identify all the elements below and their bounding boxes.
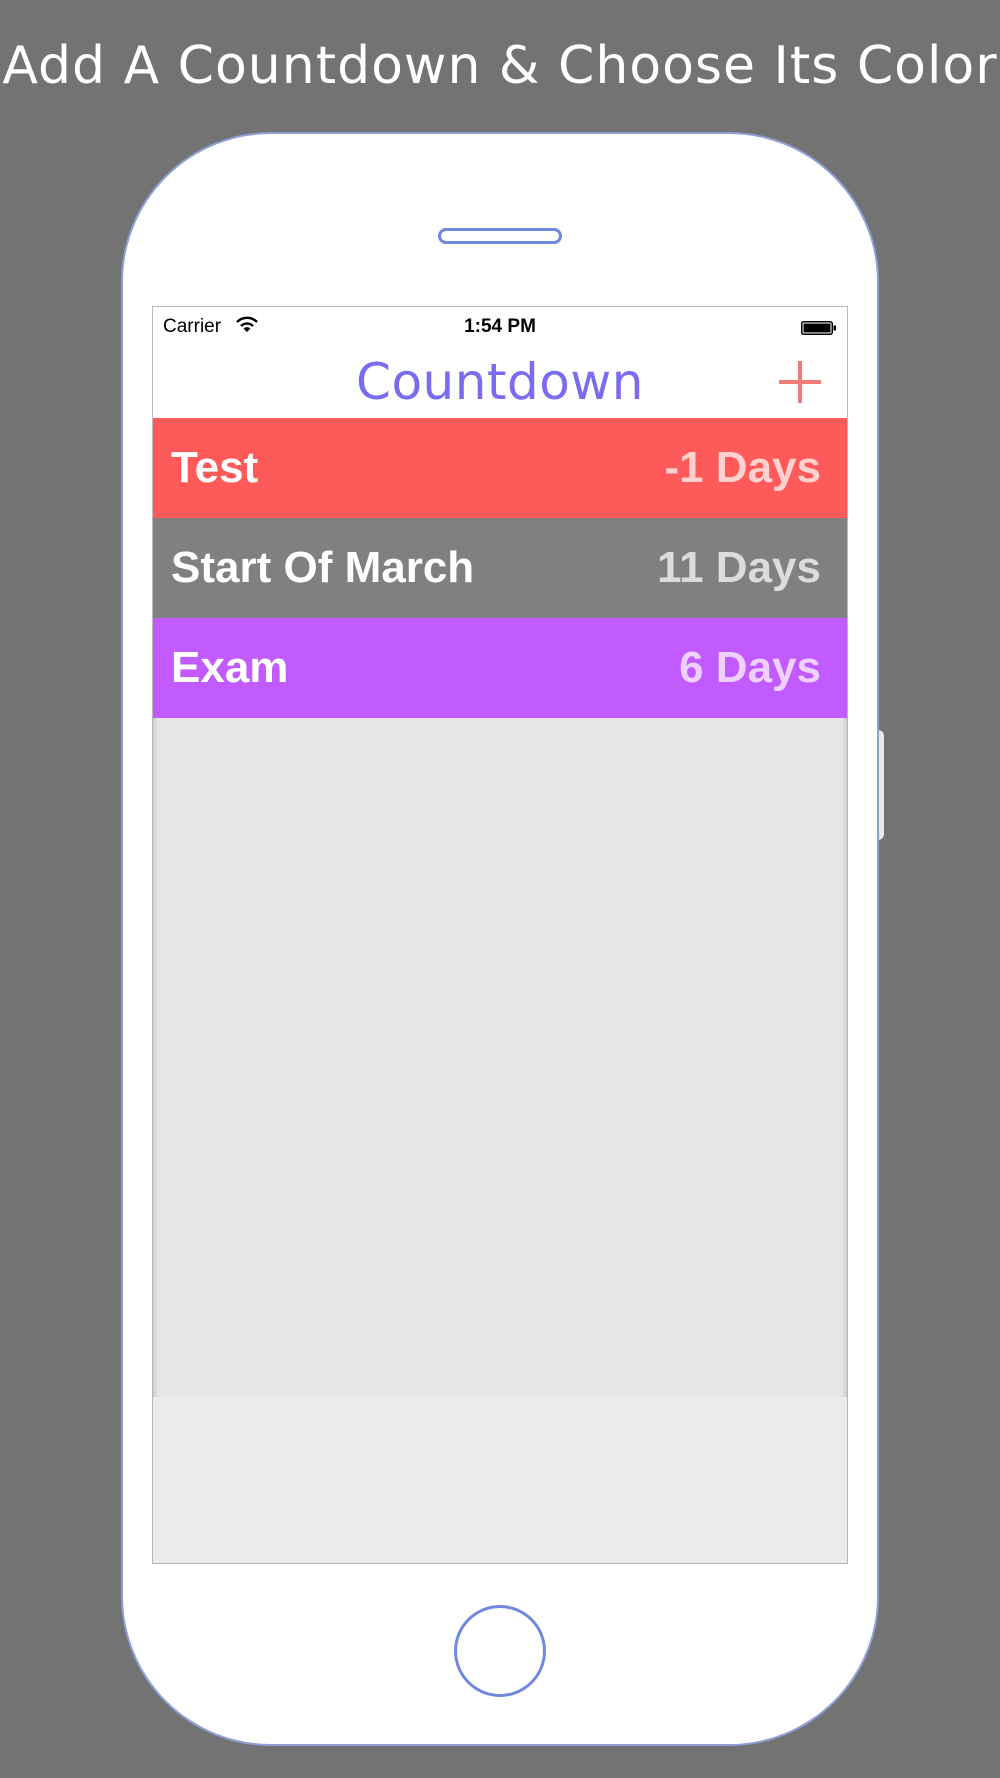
- promo-page: Add A Countdown & Choose Its Color Carri…: [0, 0, 1000, 1778]
- app-screen: Carrier 1:54 PM Countdown Test -1 Days S…: [152, 306, 848, 1564]
- add-countdown-button[interactable]: [777, 359, 823, 405]
- status-bar: Carrier 1:54 PM: [153, 307, 847, 345]
- nav-title: Countdown: [356, 353, 644, 411]
- battery-icon: [801, 319, 837, 335]
- countdown-days: 11 Days: [657, 543, 821, 592]
- countdown-list: Test -1 Days Start Of March 11 Days Exam…: [153, 418, 847, 718]
- countdown-name: Test: [171, 443, 259, 492]
- plus-icon: [779, 361, 821, 403]
- status-time: 1:54 PM: [464, 316, 536, 337]
- screen-lower-area: [153, 1397, 847, 1563]
- countdown-days: 6 Days: [679, 643, 821, 692]
- nav-bar: Countdown: [153, 345, 847, 425]
- countdown-row[interactable]: Start Of March 11 Days: [153, 518, 847, 618]
- countdown-row[interactable]: Test -1 Days: [153, 418, 847, 518]
- countdown-row[interactable]: Exam 6 Days: [153, 618, 847, 718]
- home-button[interactable]: [454, 1605, 546, 1697]
- promo-headline: Add A Countdown & Choose Its Color: [2, 36, 998, 96]
- phone-speaker: [438, 228, 562, 244]
- countdown-name: Exam: [171, 643, 289, 692]
- countdown-days: -1 Days: [664, 443, 821, 492]
- countdown-name: Start Of March: [171, 543, 475, 592]
